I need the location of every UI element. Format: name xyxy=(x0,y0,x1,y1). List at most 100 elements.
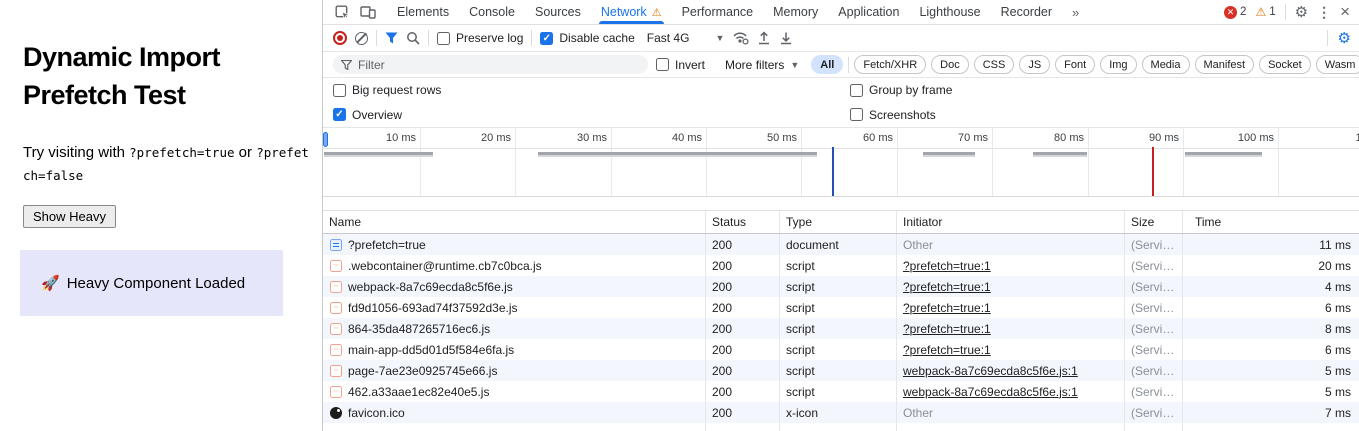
network-filter-bar: Invert More filters▼ All Fetch/XHR Doc C… xyxy=(323,52,1359,78)
chip-font[interactable]: Font xyxy=(1055,55,1095,74)
separator xyxy=(531,30,532,46)
column-header-status[interactable]: Status xyxy=(706,211,780,233)
overview-checkbox[interactable]: ✓Overview xyxy=(333,108,402,122)
initiator-link[interactable]: ?prefetch=true:1 xyxy=(903,301,991,315)
tab-sources[interactable]: Sources xyxy=(525,0,591,24)
export-har-icon[interactable] xyxy=(779,31,793,45)
favicon-icon xyxy=(330,407,342,419)
devtools-panel: Elements Console Sources Network⚠ Perfor… xyxy=(322,0,1359,431)
column-header-type[interactable]: Type xyxy=(780,211,897,233)
column-header-size[interactable]: Size xyxy=(1125,211,1183,233)
settings-gear-icon[interactable]: ⚙ xyxy=(1295,3,1308,21)
initiator-link[interactable]: webpack-8a7c69ecda8c5f6e.js:1 xyxy=(903,364,1078,378)
record-network-log-icon[interactable] xyxy=(333,31,347,45)
table-row[interactable]: page-7ae23e0925745e66.js 200 script webp… xyxy=(323,360,1359,381)
page-title: Dynamic Import Prefetch Test xyxy=(23,38,302,115)
tick-label: 110 xyxy=(1315,132,1359,144)
chip-wasm[interactable]: Wasm xyxy=(1316,55,1359,74)
tab-network[interactable]: Network⚠ xyxy=(591,0,672,24)
initiator-other: Other xyxy=(903,406,933,420)
chip-media[interactable]: Media xyxy=(1142,55,1190,74)
warning-count-badge[interactable]: ⚠1 xyxy=(1255,5,1275,19)
screenshots-checkbox[interactable]: Screenshots xyxy=(850,108,936,122)
chip-img[interactable]: Img xyxy=(1100,55,1136,74)
preserve-log-checkbox[interactable]: Preserve log xyxy=(437,31,523,45)
chip-doc[interactable]: Doc xyxy=(931,55,969,74)
document-icon xyxy=(330,239,342,251)
initiator-link[interactable]: ?prefetch=true:1 xyxy=(903,280,991,294)
intro-prefix: Try visiting with xyxy=(23,144,129,161)
initiator-link[interactable]: ?prefetch=true:1 xyxy=(903,343,991,357)
tab-recorder[interactable]: Recorder xyxy=(991,0,1062,24)
tick-label: 50 ms xyxy=(739,132,797,144)
more-filters-button[interactable]: More filters▼ xyxy=(725,58,799,72)
network-conditions-icon[interactable] xyxy=(732,31,749,45)
table-row[interactable]: favicon.ico 200 x-icon Other (Servi… 7 m… xyxy=(323,402,1359,423)
screen: Dynamic Import Prefetch Test Try visitin… xyxy=(0,0,1359,431)
request-type-chips: All Fetch/XHR Doc CSS JS Font Img Media … xyxy=(811,55,1359,74)
tick-label: 70 ms xyxy=(930,132,988,144)
initiator-link[interactable]: webpack-8a7c69ecda8c5f6e.js:1 xyxy=(903,385,1078,399)
chevron-down-icon: ▼ xyxy=(790,60,799,70)
tab-console[interactable]: Console xyxy=(459,0,525,24)
network-overview-timeline[interactable]: 10 ms 20 ms 30 ms 40 ms 50 ms 60 ms 70 m… xyxy=(323,127,1359,197)
import-har-icon[interactable] xyxy=(757,31,771,45)
filter-input-wrapper xyxy=(333,55,648,74)
tabbar-right-controls: ✕2 ⚠1 ⚙ ⋮ × xyxy=(1224,2,1359,22)
overview-window-handle[interactable] xyxy=(323,132,328,147)
tab-elements[interactable]: Elements xyxy=(387,0,459,24)
chip-js[interactable]: JS xyxy=(1019,55,1050,74)
checkbox-unchecked xyxy=(437,32,450,45)
options-row-1: Big request rows Group by frame xyxy=(323,78,1359,102)
table-row[interactable]: ?prefetch=true 200 document Other (Servi… xyxy=(323,234,1359,255)
clear-network-log-icon[interactable] xyxy=(355,32,368,45)
chip-manifest[interactable]: Manifest xyxy=(1195,55,1255,74)
more-tabs-button[interactable]: » xyxy=(1062,5,1090,20)
table-row[interactable]: 864-35da487265716ec6.js 200 script ?pref… xyxy=(323,318,1359,339)
dom-content-loaded-marker xyxy=(832,147,834,197)
warning-icon: ⚠ xyxy=(1255,5,1266,19)
table-row[interactable]: webpack-8a7c69ecda8c5f6e.js 200 script ?… xyxy=(323,276,1359,297)
filter-funnel-icon[interactable] xyxy=(385,32,398,44)
column-header-name[interactable]: Name xyxy=(323,211,706,233)
throttling-select[interactable]: Fast 4G▼ xyxy=(647,31,725,45)
tick-label: 80 ms xyxy=(1026,132,1084,144)
group-by-frame-checkbox[interactable]: Group by frame xyxy=(850,83,952,97)
chip-all[interactable]: All xyxy=(811,55,843,74)
inspect-element-icon[interactable] xyxy=(329,0,355,24)
table-row[interactable]: .webcontainer@runtime.cb7c0bca.js 200 sc… xyxy=(323,255,1359,276)
tick-label: 100 ms xyxy=(1216,132,1274,144)
tab-lighthouse[interactable]: Lighthouse xyxy=(909,0,990,24)
table-row[interactable]: 462.a33aae1ec82e40e5.js 200 script webpa… xyxy=(323,381,1359,402)
tab-application[interactable]: Application xyxy=(828,0,909,24)
column-header-time[interactable]: Time xyxy=(1183,211,1359,233)
device-toolbar-icon[interactable] xyxy=(355,0,381,24)
heavy-component-loaded-box: 🚀 Heavy Component Loaded xyxy=(20,250,283,316)
close-devtools-icon[interactable]: × xyxy=(1340,2,1350,22)
checkbox-checked: ✓ xyxy=(540,32,553,45)
table-row[interactable]: main-app-dd5d01d5f584e6fa.js 200 script … xyxy=(323,339,1359,360)
chip-css[interactable]: CSS xyxy=(974,55,1015,74)
column-header-initiator[interactable]: Initiator xyxy=(897,211,1125,233)
script-icon xyxy=(330,302,342,314)
big-request-rows-checkbox[interactable]: Big request rows xyxy=(333,83,441,97)
kebab-menu-icon[interactable]: ⋮ xyxy=(1317,4,1331,21)
table-row[interactable]: fd9d1056-693ad74f37592d3e.js 200 script … xyxy=(323,297,1359,318)
chip-fetch-xhr[interactable]: Fetch/XHR xyxy=(854,55,926,74)
filter-input[interactable] xyxy=(358,58,648,72)
disable-cache-checkbox[interactable]: ✓Disable cache xyxy=(540,31,634,45)
initiator-link[interactable]: ?prefetch=true:1 xyxy=(903,322,991,336)
requests-table-header: Name Status Type Initiator Size Time xyxy=(323,210,1359,234)
error-count-badge[interactable]: ✕2 xyxy=(1224,6,1246,19)
chip-socket[interactable]: Socket xyxy=(1259,55,1311,74)
tab-performance[interactable]: Performance xyxy=(672,0,764,24)
initiator-link[interactable]: ?prefetch=true:1 xyxy=(903,259,991,273)
network-settings-gear-icon[interactable]: ⚙ xyxy=(1338,29,1351,47)
invert-checkbox[interactable]: Invert xyxy=(656,58,705,72)
show-heavy-button[interactable]: Show Heavy xyxy=(23,205,116,228)
tab-memory[interactable]: Memory xyxy=(763,0,828,24)
separator xyxy=(1327,30,1328,46)
search-icon[interactable] xyxy=(406,31,420,45)
chevron-down-icon: ▼ xyxy=(715,33,724,43)
tick-label: 10 ms xyxy=(358,132,416,144)
